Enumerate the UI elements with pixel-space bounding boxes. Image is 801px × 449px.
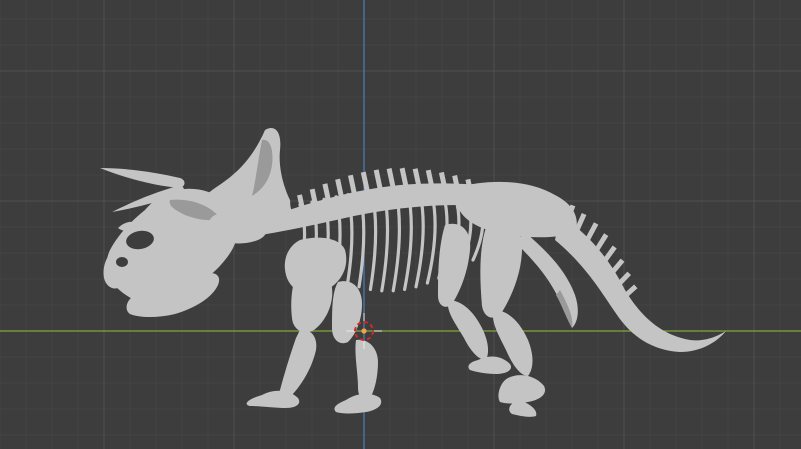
object-origin-icon bbox=[361, 328, 367, 334]
nasal-opening bbox=[116, 257, 128, 267]
3d-viewport[interactable] bbox=[0, 0, 801, 449]
